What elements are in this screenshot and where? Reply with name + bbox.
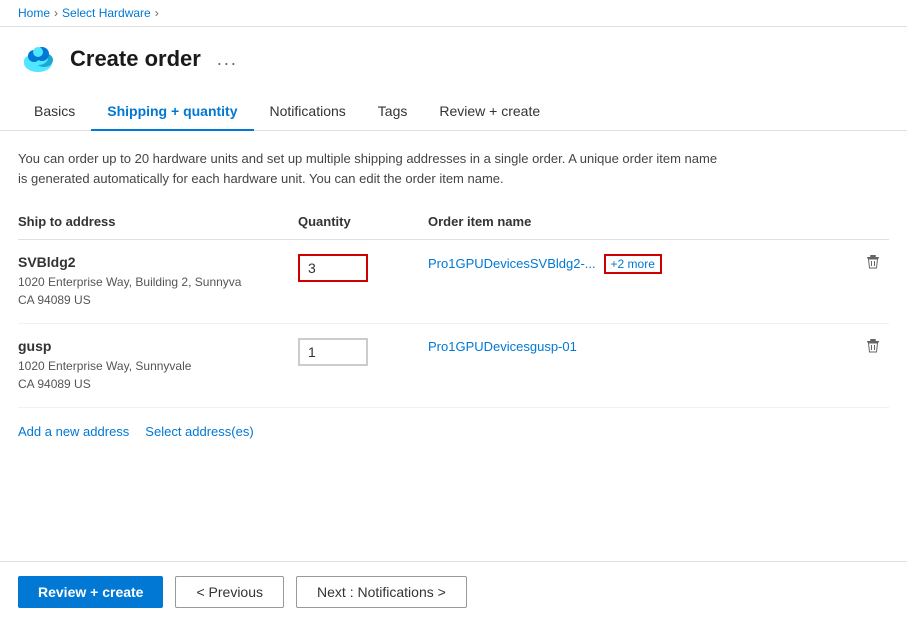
tabs-bar: Basics Shipping + quantity Notifications… (0, 93, 907, 131)
cloud-icon (18, 39, 58, 79)
main-content: You can order up to 20 hardware units an… (0, 131, 907, 521)
tab-shipping[interactable]: Shipping + quantity (91, 93, 253, 131)
breadcrumb-sep1: › (54, 6, 58, 20)
tab-tags[interactable]: Tags (362, 93, 424, 131)
delete-button-2[interactable] (857, 338, 889, 359)
footer: Review + create < Previous Next : Notifi… (0, 561, 907, 622)
add-new-address-link[interactable]: Add a new address (18, 424, 129, 439)
order-item-name-2[interactable]: Pro1GPUDevicesgusp-01 (428, 339, 577, 354)
quantity-input-2[interactable] (298, 338, 368, 366)
address-name-1: SVBldg2 (18, 254, 298, 270)
previous-button[interactable]: < Previous (175, 576, 284, 608)
col-header-item-name: Order item name (428, 208, 834, 240)
address-line1-2: 1020 Enterprise Way, Sunnyvale (18, 357, 298, 375)
tab-notifications[interactable]: Notifications (254, 93, 362, 131)
order-item-name-1[interactable]: Pro1GPUDevicesSVBldg2-... (428, 256, 596, 271)
table-row: gusp 1020 Enterprise Way, Sunnyvale CA 9… (18, 324, 889, 408)
quantity-input-1[interactable] (298, 254, 368, 282)
breadcrumb-sep2: › (155, 6, 159, 20)
more-badge-1[interactable]: +2 more (604, 254, 662, 274)
col-header-quantity: Quantity (298, 208, 428, 240)
next-button[interactable]: Next : Notifications > (296, 576, 467, 608)
delete-button-1[interactable] (857, 254, 889, 275)
add-links: Add a new address Select address(es) (18, 424, 889, 439)
page-title: Create order (70, 46, 201, 72)
tab-review[interactable]: Review + create (423, 93, 556, 131)
review-create-button[interactable]: Review + create (18, 576, 163, 608)
order-table: Ship to address Quantity Order item name… (18, 208, 889, 408)
breadcrumb-select-hardware[interactable]: Select Hardware (62, 6, 151, 20)
address-line2-2: CA 94089 US (18, 375, 298, 393)
col-header-address: Ship to address (18, 208, 298, 240)
tab-basics[interactable]: Basics (18, 93, 91, 131)
select-addresses-link[interactable]: Select address(es) (145, 424, 253, 439)
ellipsis-button[interactable]: ... (213, 49, 242, 70)
breadcrumb-home[interactable]: Home (18, 6, 50, 20)
address-name-2: gusp (18, 338, 298, 354)
address-line2-1: CA 94089 US (18, 291, 298, 309)
page-header: Create order ... (0, 27, 907, 79)
address-line1-1: 1020 Enterprise Way, Building 2, Sunnyva (18, 273, 298, 291)
description-text: You can order up to 20 hardware units an… (18, 149, 718, 188)
breadcrumb: Home › Select Hardware › (18, 6, 889, 20)
top-bar: Home › Select Hardware › (0, 0, 907, 27)
table-row: SVBldg2 1020 Enterprise Way, Building 2,… (18, 240, 889, 324)
